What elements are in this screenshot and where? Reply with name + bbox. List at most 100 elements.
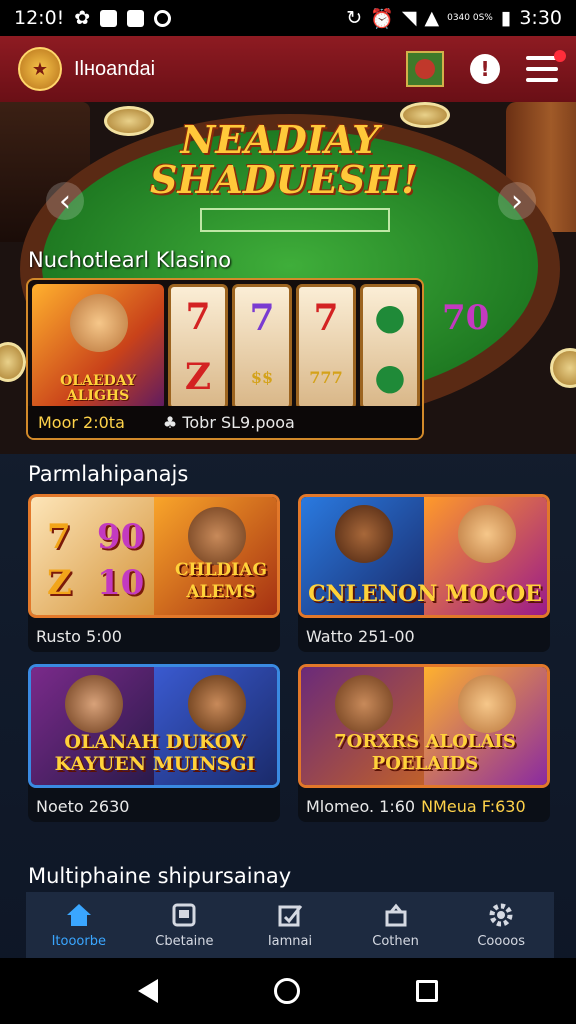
status-time-right: 3:30 [519,7,562,29]
data-rate-indicator: 0340 0S% [447,12,493,23]
wallet-icon [170,902,198,928]
home-circle-icon[interactable] [274,978,300,1004]
game-footer: Rusto 5:00 [36,627,122,646]
nav-item-home[interactable]: Itooorbe [26,892,132,958]
wifi-status-icon: ◥ [401,7,417,29]
seven-symbol-icon: 7 [47,517,71,557]
character-avatar [65,675,123,733]
game-card[interactable]: 7ORXRS ALOLAIS POELAIDS Mlomeo. 1:60 NMeu… [298,664,550,822]
game-title: CNLENON MOCOE [308,581,542,607]
reel-symbol: ● [374,356,406,398]
chip-stack-decoration [0,342,26,382]
featured-card-footer: Moor 2:0ta ♣ Tobr SL9.pooa [28,406,422,438]
language-flag-button[interactable] [406,51,444,87]
game-thumbnail: 7 90 Z 10 CHLDIAG ALEMS [28,494,280,618]
game-footer: Noeto 2630 [36,797,130,816]
character-avatar [188,675,246,733]
featured-card-label: OLAEDAY ALIGHS [60,373,136,404]
reel-1: 7 Z [168,284,228,410]
square-status-icon [127,9,145,27]
nav-item-settings[interactable]: Coooos [448,892,554,958]
game-title: OLANAH DUKOV KAYUEN MUINSGI [54,731,256,775]
game-footer: Mlomeo. 1:60 NMeua F:630 [306,797,526,816]
reel-symbol: Z [184,356,212,398]
side-reel-value: 70 [442,298,490,338]
flag-emblem-icon [415,59,435,79]
gear-icon [487,902,515,928]
settings-status-icon: ✿ [74,7,91,29]
nav-label: Cbetaine [155,933,214,949]
clock-status-icon [154,9,172,27]
reel-2: 7 $$ [232,284,292,410]
nav-item-tasks[interactable]: Iamnai [237,892,343,958]
character-avatar [188,507,246,565]
nav-label: Coooos [477,933,525,949]
store-icon [382,902,410,928]
chip-stack-decoration [104,106,154,136]
chip-stack-decoration [550,348,576,388]
slot-symbols-art: 7 90 Z 10 [31,497,154,615]
game-card[interactable]: CNLENON MOCOE Watto 251-00 [298,494,550,652]
game-footer-text: Mlomeo. 1:60 [306,797,416,816]
seven-symbol-icon: 90 [97,517,145,557]
character-avatar [458,505,516,563]
game-footer: Watto 251-00 [306,627,415,646]
featured-game-card[interactable]: OLAEDAY ALIGHS 7 Z 7 $$ 7 777 ● ● Moor 2… [26,278,424,440]
app-logo[interactable]: ★ [18,47,62,91]
edit-icon [276,902,304,928]
section-title-multiplayer: Multiphaine shipursainay [28,864,292,888]
status-time-left: 12:0! [14,7,65,29]
featured-footer-right-text: Tobr SL9.pooa [182,412,295,432]
nav-label: Iamnai [267,933,313,949]
app-title: Ilноandai [74,57,156,80]
character-avatar [70,294,128,352]
reel-symbol: 7 [249,297,275,339]
hero-banner[interactable]: ‹ › NEADIAY SHADUESH! Nuchotlearl Klasin… [0,102,576,454]
screen: 12:0! ✿ ↻ ⏰ ◥ ▲ 0340 0S% ▮ 3:30 ★ Ilноan… [0,0,576,1024]
game-card[interactable]: 7 90 Z 10 CHLDIAG ALEMS Rusto 5:00 [28,494,280,652]
character-avatar [335,675,393,733]
game-card[interactable]: OLANAH DUKOV KAYUEN MUINSGI Noeto 2630 [28,664,280,822]
nav-item-wallet[interactable]: Cbetaine [132,892,238,958]
alarm-status-icon: ⏰ [370,7,394,30]
seven-symbol-icon: 10 [97,563,145,603]
menu-line [526,78,558,82]
game-footer-accent: NMeua F:630 [421,797,526,816]
nav-item-store[interactable]: Cothen [343,892,449,958]
recents-icon[interactable] [416,980,438,1002]
notification-alert-button[interactable]: ! [470,54,500,84]
hero-title: NEADIAY SHADUESH! [150,117,418,202]
reel-3: 7 777 [296,284,356,410]
game-title: 7ORXRS ALOLAIS POELAIDS [334,731,516,774]
app-header: ★ Ilноandai ! [0,36,576,102]
hero-subtitle: Nuchotlearl Klasino [28,248,232,272]
home-icon [65,902,93,928]
bottom-navigation: Itooorbe Cbetaine Iamnai Cothen Coooos [26,892,554,958]
reel-4: ● ● [360,284,420,410]
nav-label: Cothen [372,933,419,949]
battery-status-icon: ▮ [500,7,512,29]
reel-symbol: 777 [309,368,343,387]
game-thumbnail: 7ORXRS ALOLAIS POELAIDS [298,664,550,788]
system-navigation-bar [0,958,576,1024]
carousel-next-arrow[interactable]: › [498,182,536,220]
table-marking [200,208,390,232]
reel-symbol: 7 [313,297,339,339]
vibrate-status-icon: ↻ [346,7,363,29]
featured-character-art: OLAEDAY ALIGHS [32,284,164,410]
featured-footer-right: ♣ Tobr SL9.pooa [162,412,295,432]
menu-line [526,67,558,71]
featured-footer-left: Moor 2:0ta [38,412,125,432]
section-title-popular: Parmlahipanajs [28,462,189,486]
menu-badge-dot [554,50,566,62]
carousel-prev-arrow[interactable]: ‹ [46,182,84,220]
reel-symbol: 7 [185,296,211,338]
status-bar: 12:0! ✿ ↻ ⏰ ◥ ▲ 0340 0S% ▮ 3:30 [0,0,576,36]
nav-label: Itooorbe [51,933,106,949]
back-icon[interactable] [138,979,158,1003]
signal-status-icon: ▲ [424,7,440,29]
game-thumbnail: CNLENON MOCOE [298,494,550,618]
hamburger-menu-button[interactable] [526,50,566,82]
character-avatar [335,505,393,563]
reel-symbol: ● [374,296,406,338]
